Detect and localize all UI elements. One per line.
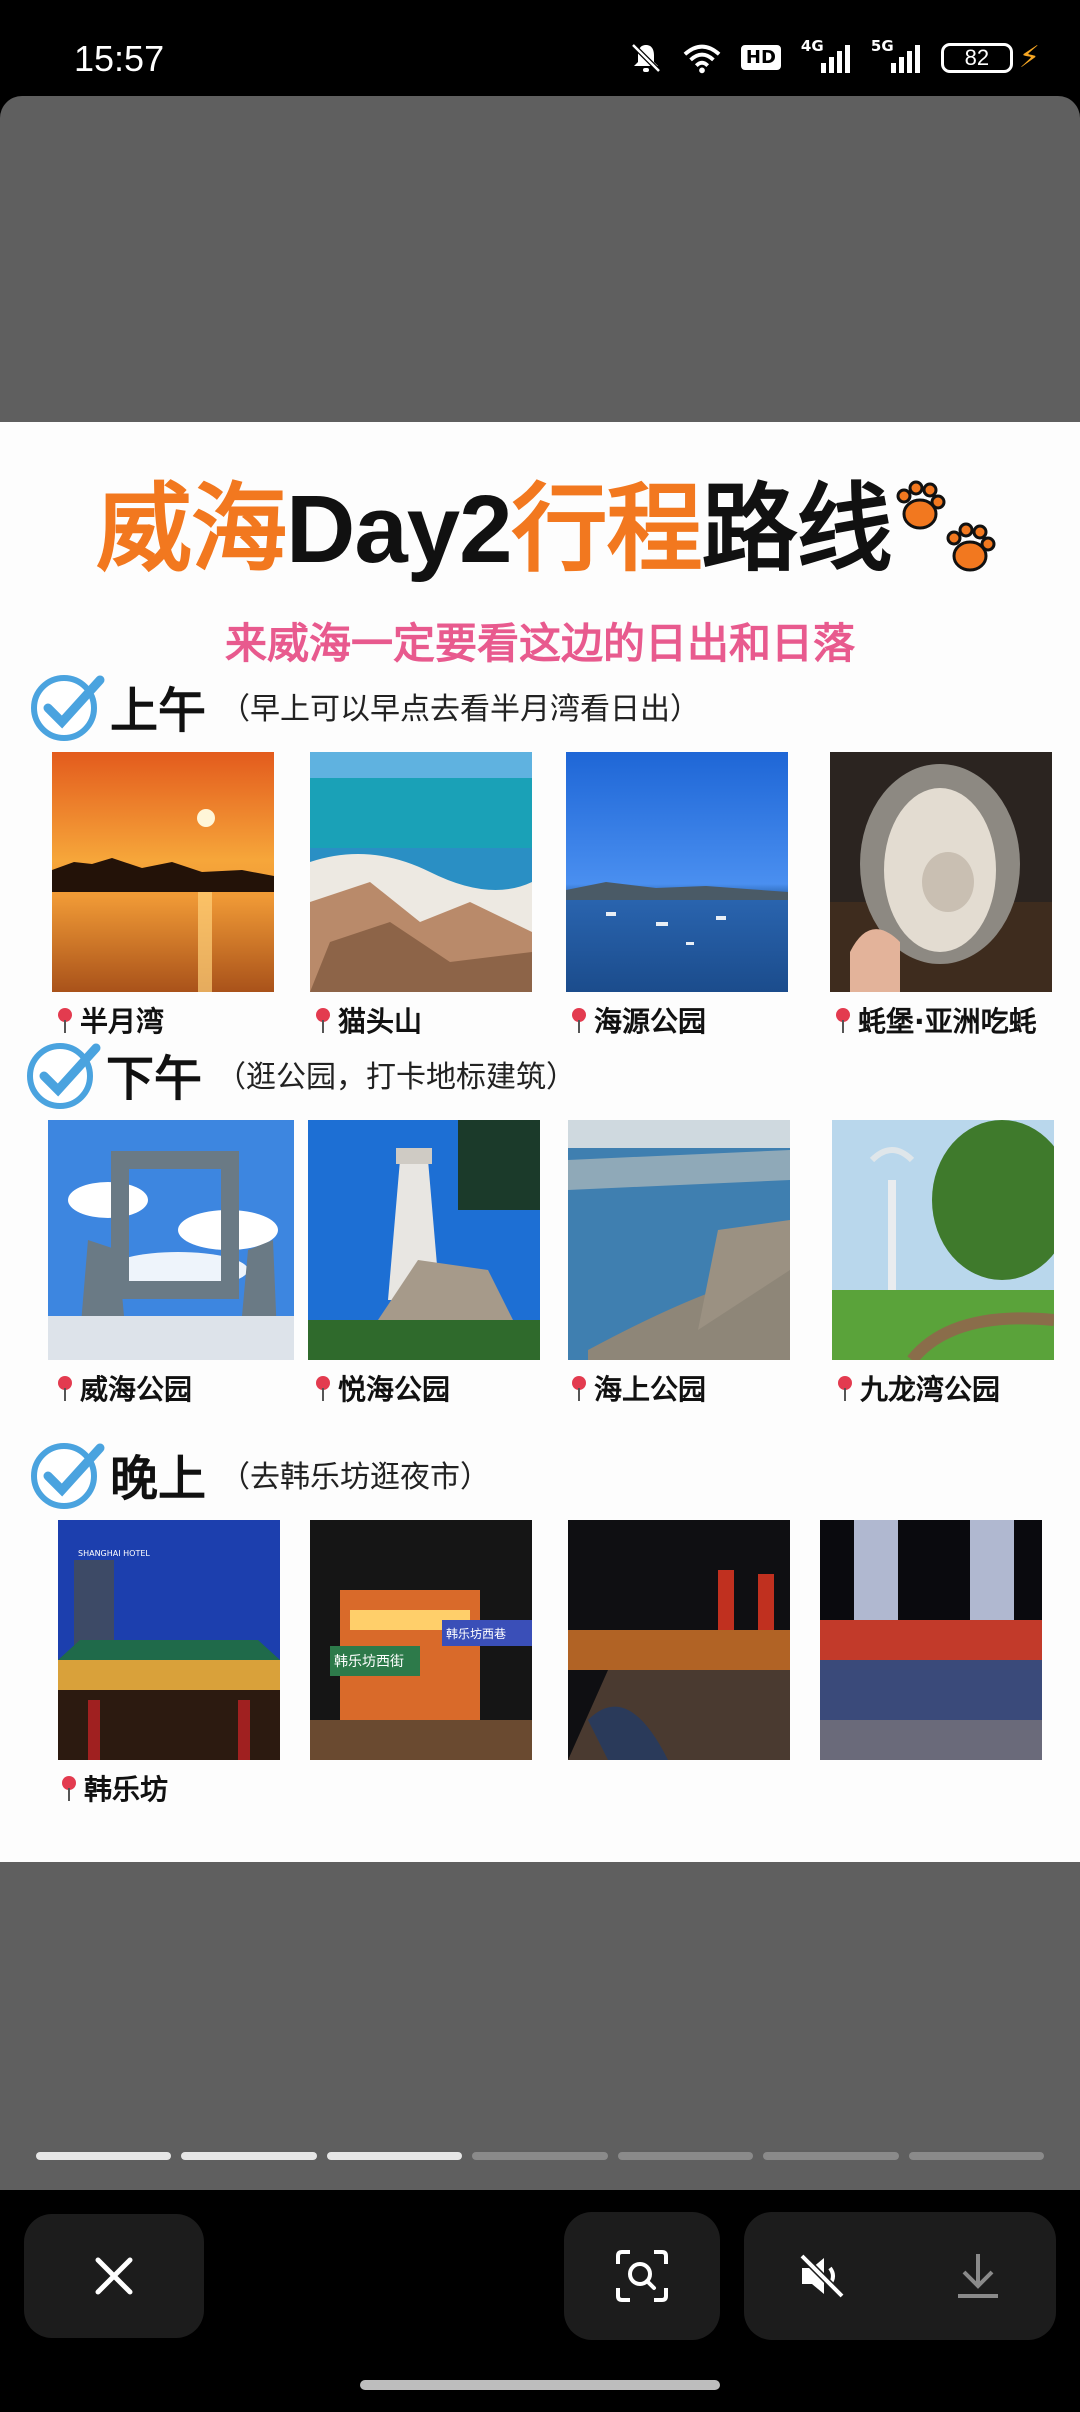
place-label: 悦海公园	[314, 1368, 450, 1408]
poster-subtitle: 来威海一定要看这边的日出和日落	[224, 619, 855, 668]
location-pin-icon	[316, 1008, 330, 1033]
photo-sunrise-bay	[52, 752, 274, 992]
mute-button[interactable]	[782, 2236, 862, 2316]
progress-segment[interactable]	[181, 2152, 317, 2160]
photo-oyster	[830, 752, 1052, 992]
section-afternoon: 下午 （逛公园，打卡地标建筑）	[24, 1034, 576, 1114]
checkmark-circle-icon	[31, 1443, 105, 1509]
progress-segment[interactable]	[617, 2152, 754, 2160]
progress-segment[interactable]	[472, 2152, 608, 2160]
photo-cat-head-hill	[310, 752, 532, 992]
section-morning: 上午 （早上可以早点去看半月湾看日出）	[28, 666, 700, 746]
location-pin-icon	[58, 1376, 72, 1401]
photo-night-market	[568, 1520, 790, 1760]
place-label: 海源公园	[570, 1000, 706, 1040]
poster-title: 威海Day2行程路线	[96, 476, 893, 583]
checkmark-circle-icon	[27, 1043, 101, 1109]
progress-segment[interactable]	[763, 2152, 899, 2160]
svg-text:韩乐坊西巷: 韩乐坊西巷	[446, 1626, 506, 1641]
section-evening: 晚上 （去韩乐坊逛夜市）	[28, 1434, 490, 1514]
status-bar: 15:57 HD 4G 5G 82 ⚡	[0, 0, 1080, 96]
section-heading: 下午	[106, 1051, 203, 1107]
location-pin-icon	[58, 1008, 72, 1033]
hd-badge-icon: HD	[739, 41, 783, 75]
signal-4g-icon: 4G	[801, 37, 853, 75]
location-pin-icon	[62, 1776, 76, 1801]
section-heading: 上午	[110, 683, 207, 739]
charging-icon: ⚡	[1018, 40, 1040, 75]
media-controls	[744, 2212, 1056, 2340]
photo-hanlefang-street: 韩乐坊西街 韩乐坊西巷	[310, 1520, 532, 1760]
progress-segment[interactable]	[908, 2152, 1044, 2160]
location-pin-icon	[316, 1376, 330, 1401]
section-note: （逛公园，打卡地标建筑）	[216, 1060, 577, 1095]
download-icon	[958, 2254, 998, 2298]
clock: 15:57	[74, 38, 165, 79]
photo-weihai-park	[48, 1120, 294, 1360]
location-pin-icon	[836, 1008, 850, 1033]
scan-search-icon	[616, 2250, 668, 2302]
photo-haishang-park	[568, 1120, 790, 1360]
place-label: 威海公园	[56, 1368, 192, 1408]
download-button[interactable]	[938, 2236, 1018, 2316]
checkmark-circle-icon	[31, 675, 105, 741]
location-pin-icon	[572, 1008, 586, 1033]
battery-level: 82	[940, 42, 1013, 73]
photo-jiulongwan-park	[832, 1120, 1054, 1360]
signal-5g-icon: 5G	[871, 37, 923, 75]
location-pin-icon	[838, 1376, 852, 1401]
photo-haiyuan-park	[566, 752, 788, 992]
mute-bell-icon	[627, 41, 665, 75]
section-note: （去韩乐坊逛夜市）	[220, 1460, 491, 1495]
place-label: 蚝堡·亚洲吃蚝	[834, 1000, 1037, 1040]
photo-yuehai-park-lighthouse	[308, 1120, 540, 1360]
photo-night-plaza	[820, 1520, 1042, 1760]
svg-text:SHANGHAI HOTEL: SHANGHAI HOTEL	[78, 1549, 150, 1558]
volume-off-icon	[799, 2253, 845, 2299]
svg-text:韩乐坊西街: 韩乐坊西街	[334, 1654, 404, 1670]
image-search-button[interactable]	[564, 2212, 720, 2340]
battery-indicator: 82 ⚡	[940, 40, 1040, 75]
close-icon	[95, 2257, 133, 2295]
close-button[interactable]	[24, 2214, 204, 2338]
location-pin-icon	[572, 1376, 586, 1401]
home-indicator[interactable]	[360, 2380, 720, 2390]
paw-prints-icon	[896, 480, 996, 572]
image-progress-indicator	[36, 2152, 1044, 2160]
photo-hanlefang-gate: SHANGHAI HOTEL	[58, 1520, 280, 1760]
wifi-icon	[683, 41, 721, 75]
section-note: （早上可以早点去看半月湾看日出）	[220, 692, 701, 727]
itinerary-poster[interactable]: 威海Day2行程路线 来威海一定要看这边的日出和日落 上午 （早上可以早点去看半…	[0, 422, 1080, 1862]
progress-segment[interactable]	[326, 2152, 463, 2160]
place-label: 海上公园	[570, 1368, 706, 1408]
place-label: 九龙湾公园	[836, 1368, 1000, 1408]
place-label: 韩乐坊	[60, 1768, 168, 1808]
section-heading: 晚上	[110, 1451, 207, 1507]
progress-segment[interactable]	[36, 2152, 172, 2160]
